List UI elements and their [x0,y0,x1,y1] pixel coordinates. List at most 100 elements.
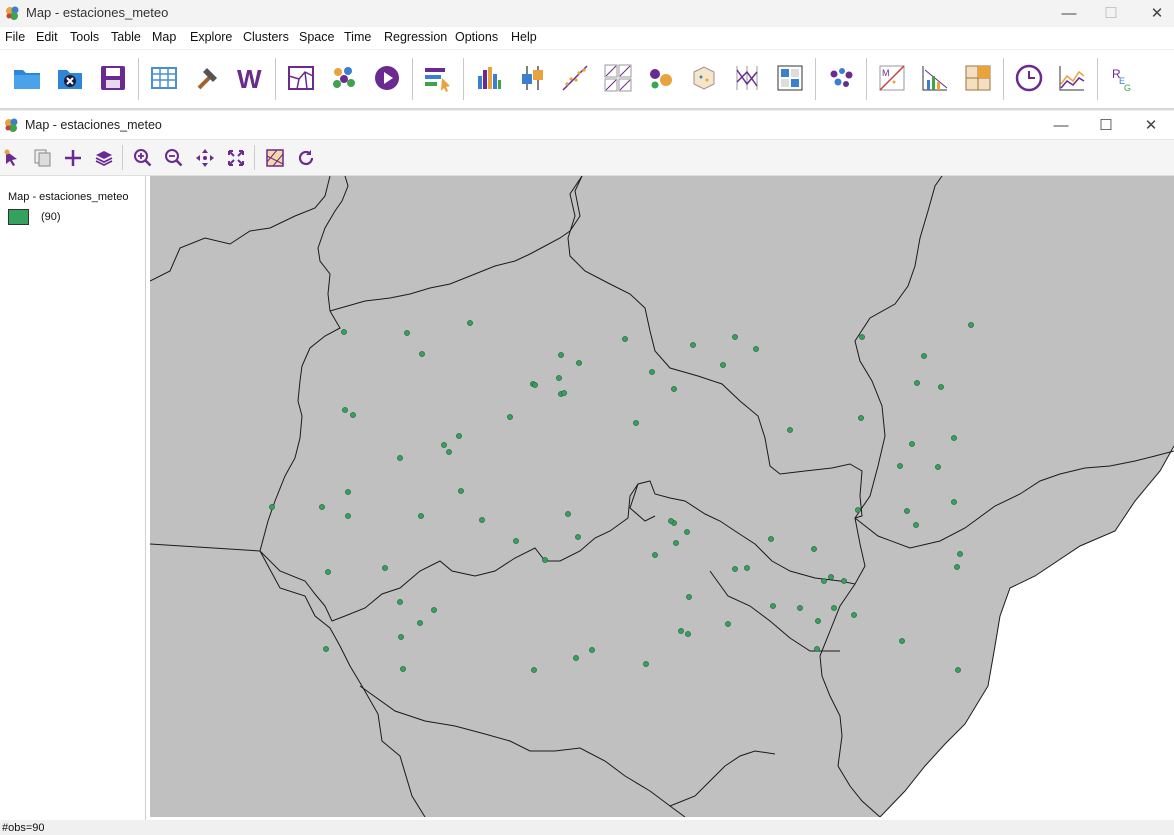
save-icon[interactable] [97,62,129,94]
menu-clusters[interactable]: Clusters [243,30,289,44]
box-plot-icon[interactable] [516,62,548,94]
station-point[interactable] [456,433,462,439]
map-icon[interactable] [285,62,317,94]
category-editor-icon[interactable] [422,62,454,94]
station-point[interactable] [954,564,960,570]
station-point[interactable] [542,557,548,563]
station-point[interactable] [909,441,915,447]
station-point[interactable] [397,455,403,461]
station-point[interactable] [851,612,857,618]
close-project-icon[interactable] [54,62,86,94]
station-point[interactable] [914,380,920,386]
minimize-button[interactable]: — [1046,0,1092,26]
tools-hammer-icon[interactable] [191,62,223,94]
spatial-lag-icon[interactable] [962,62,994,94]
station-point[interactable] [720,362,726,368]
station-point[interactable] [685,631,691,637]
station-point[interactable] [811,546,817,552]
station-point[interactable] [532,382,538,388]
station-point[interactable] [899,638,905,644]
station-point[interactable] [673,540,679,546]
menu-help[interactable]: Help [511,30,537,44]
close-button[interactable]: ✕ [1134,0,1174,26]
legend-swatch[interactable] [8,209,29,225]
map-close-button[interactable]: ✕ [1128,112,1174,138]
station-point[interactable] [446,449,452,455]
station-point[interactable] [441,442,447,448]
play-icon[interactable] [371,62,403,94]
station-point[interactable] [686,594,692,600]
averages-chart-icon[interactable] [1056,62,1088,94]
station-point[interactable] [589,647,595,653]
time-editor-icon[interactable] [1013,62,1045,94]
cluster-map-icon[interactable] [328,62,360,94]
station-point[interactable] [831,605,837,611]
station-point[interactable] [479,517,485,523]
menu-options[interactable]: Options [455,30,498,44]
station-point[interactable] [787,427,793,433]
map-canvas[interactable] [150,176,1174,817]
menu-time[interactable]: Time [344,30,371,44]
station-point[interactable] [732,334,738,340]
pan-icon[interactable] [195,148,215,168]
menu-file[interactable]: File [5,30,25,44]
station-point[interactable] [398,634,404,640]
station-point[interactable] [744,565,750,571]
station-point[interactable] [622,336,628,342]
station-point[interactable] [417,620,423,626]
station-point[interactable] [828,574,834,580]
menu-map[interactable]: Map [152,30,176,44]
station-point[interactable] [382,565,388,571]
station-point[interactable] [419,351,425,357]
refresh-icon[interactable] [296,148,316,168]
layers-icon[interactable] [94,148,114,168]
station-point[interactable] [633,420,639,426]
station-point[interactable] [957,551,963,557]
menu-tools[interactable]: Tools [70,30,99,44]
map-maximize-button[interactable]: ☐ [1083,112,1129,138]
station-point[interactable] [904,508,910,514]
station-point[interactable] [732,566,738,572]
menu-edit[interactable]: Edit [36,30,58,44]
station-point[interactable] [565,511,571,517]
station-point[interactable] [678,628,684,634]
station-point[interactable] [855,507,861,513]
station-point[interactable] [859,334,865,340]
station-point[interactable] [345,513,351,519]
station-point[interactable] [458,488,464,494]
menu-explore[interactable]: Explore [190,30,232,44]
station-point[interactable] [325,569,331,575]
full-extent-icon[interactable] [226,148,246,168]
menu-table[interactable]: Table [111,30,141,44]
station-point[interactable] [815,618,821,624]
conditional-map-icon[interactable] [774,62,806,94]
station-point[interactable] [684,529,690,535]
local-g-icon[interactable] [919,62,951,94]
parallel-coordinates-icon[interactable] [731,62,763,94]
station-point[interactable] [770,603,776,609]
select-pointer-icon[interactable] [2,148,22,168]
station-point[interactable] [350,412,356,418]
station-point[interactable] [725,621,731,627]
station-point[interactable] [507,414,513,420]
scatter-plot-icon[interactable] [559,62,591,94]
station-point[interactable] [938,384,944,390]
station-point[interactable] [573,655,579,661]
station-point[interactable] [768,536,774,542]
station-point[interactable] [858,415,864,421]
histogram-icon[interactable] [473,62,505,94]
station-point[interactable] [341,329,347,335]
station-point[interactable] [323,646,329,652]
station-point[interactable] [558,352,564,358]
open-folder-icon[interactable] [11,62,43,94]
station-point[interactable] [951,435,957,441]
station-point[interactable] [575,534,581,540]
zoom-out-icon[interactable] [164,148,184,168]
station-point[interactable] [404,330,410,336]
cartogram-icon[interactable] [825,62,857,94]
station-point[interactable] [649,369,655,375]
station-point[interactable] [671,386,677,392]
station-point[interactable] [513,538,519,544]
station-point[interactable] [753,346,759,352]
station-point[interactable] [652,552,658,558]
